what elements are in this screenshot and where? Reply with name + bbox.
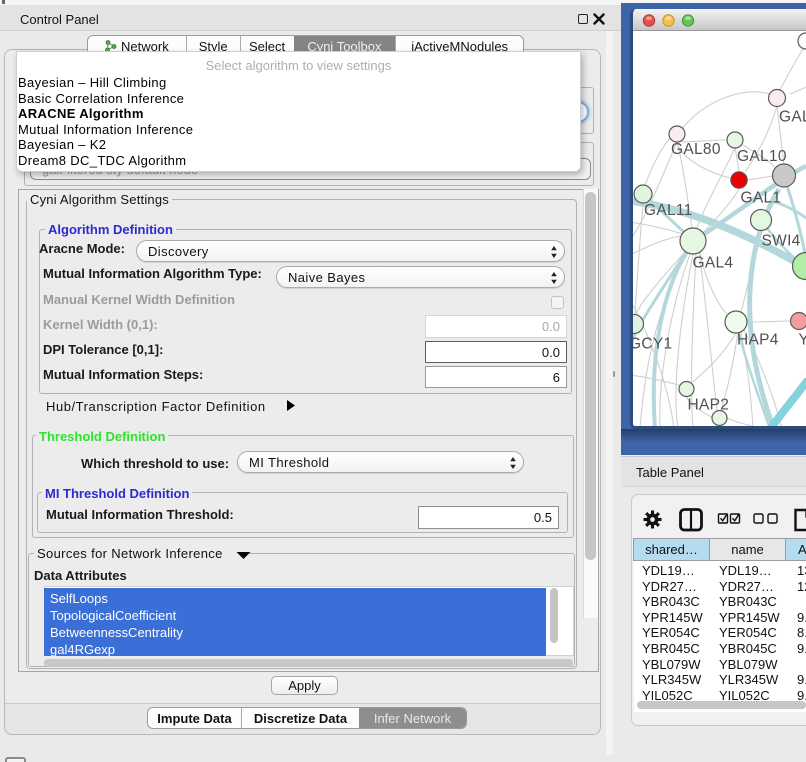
svg-text:GCY1: GCY1	[633, 336, 672, 353]
svg-text:GAL4: GAL4	[693, 255, 734, 272]
svg-text:SWI4: SWI4	[762, 233, 801, 250]
svg-text:GAL10: GAL10	[737, 148, 787, 165]
svg-text:GAL1: GAL1	[741, 190, 782, 207]
svg-text:GAL: GAL	[779, 109, 806, 126]
svg-text:GAL80: GAL80	[671, 141, 721, 158]
svg-text:Y: Y	[799, 332, 806, 349]
svg-text:HAP4: HAP4	[737, 332, 779, 349]
svg-text:HAP2: HAP2	[688, 397, 730, 414]
svg-text:GAL11: GAL11	[644, 202, 693, 219]
